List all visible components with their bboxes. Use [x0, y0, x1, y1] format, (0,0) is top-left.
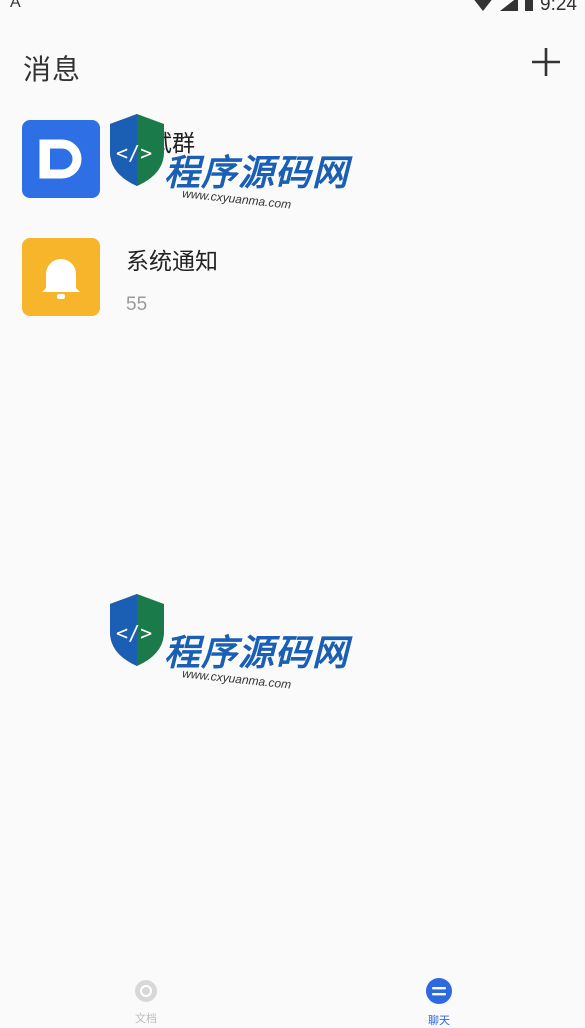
chat-item-group[interactable]: 一试群 — [0, 110, 585, 228]
watermark-url: www.cxyuanma.com — [181, 666, 292, 692]
status-time: 9:24 — [540, 0, 577, 15]
tab-label: 聊天 — [428, 1014, 450, 1027]
tab-documents[interactable]: 文档 — [116, 978, 176, 1026]
wifi-icon — [474, 0, 492, 11]
tab-chat[interactable]: 聊天 — [409, 978, 469, 1028]
chat-preview: 55 — [126, 294, 148, 315]
document-icon — [135, 980, 157, 1002]
page-title: 消息 — [23, 53, 82, 86]
watermark-shield-icon: </> — [110, 594, 164, 666]
bottom-tab-bar: 文档 聊天 — [0, 968, 585, 1027]
header: 消息 — [0, 40, 585, 96]
bell-icon — [42, 259, 80, 299]
notification-icon: A — [10, 0, 21, 11]
chat-name: 一试群 — [126, 131, 195, 157]
add-button[interactable] — [528, 44, 564, 80]
chat-bubble-icon — [426, 978, 452, 1004]
status-icons: 9:24 — [472, 0, 577, 16]
group-avatar — [22, 120, 100, 198]
battery-icon — [525, 0, 534, 11]
notification-avatar — [22, 238, 100, 316]
chat-list: 一试群 系统通知 55 — [0, 110, 585, 346]
status-bar: A 9:24 — [0, 0, 585, 20]
plus-icon — [532, 48, 560, 76]
app-logo-icon — [39, 139, 82, 179]
svg-text:</>: </> — [116, 621, 152, 645]
watermark: </> 程序源码网 www.cxyuanma.com — [104, 592, 354, 712]
chat-item-system-notification[interactable]: 系统通知 55 — [0, 228, 585, 346]
chat-name: 系统通知 — [126, 249, 218, 275]
signal-icon — [500, 0, 519, 11]
watermark-text: 程序源码网 — [164, 633, 350, 674]
